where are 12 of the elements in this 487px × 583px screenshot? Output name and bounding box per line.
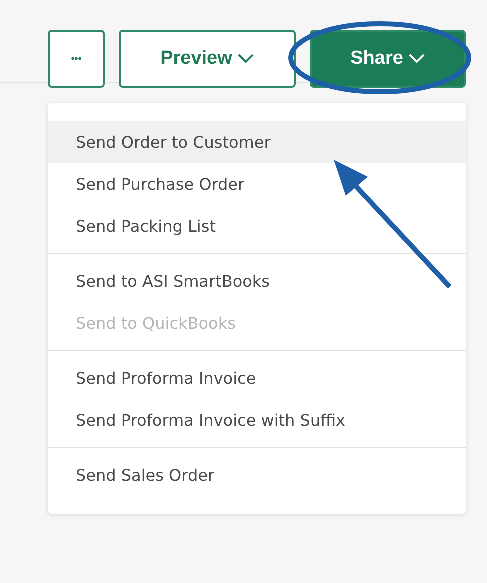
share-button[interactable]: Share [310, 30, 466, 88]
menu-item[interactable]: Send Sales Order [48, 454, 466, 496]
more-button[interactable]: ••• [48, 30, 105, 88]
menu-item[interactable]: Send to ASI SmartBooks [48, 260, 466, 302]
menu-item[interactable]: Send Packing List [48, 205, 466, 247]
caret-icon [238, 54, 254, 64]
menu-item[interactable]: Send Proforma Invoice [48, 357, 466, 399]
menu-item[interactable]: Send Order to Customer [48, 121, 466, 163]
menu-item[interactable]: Send Purchase Order [48, 163, 466, 205]
caret-icon [409, 54, 426, 64]
preview-button[interactable]: Preview [119, 30, 296, 88]
menu-item[interactable]: Send Proforma Invoice with Suffix [48, 399, 466, 441]
